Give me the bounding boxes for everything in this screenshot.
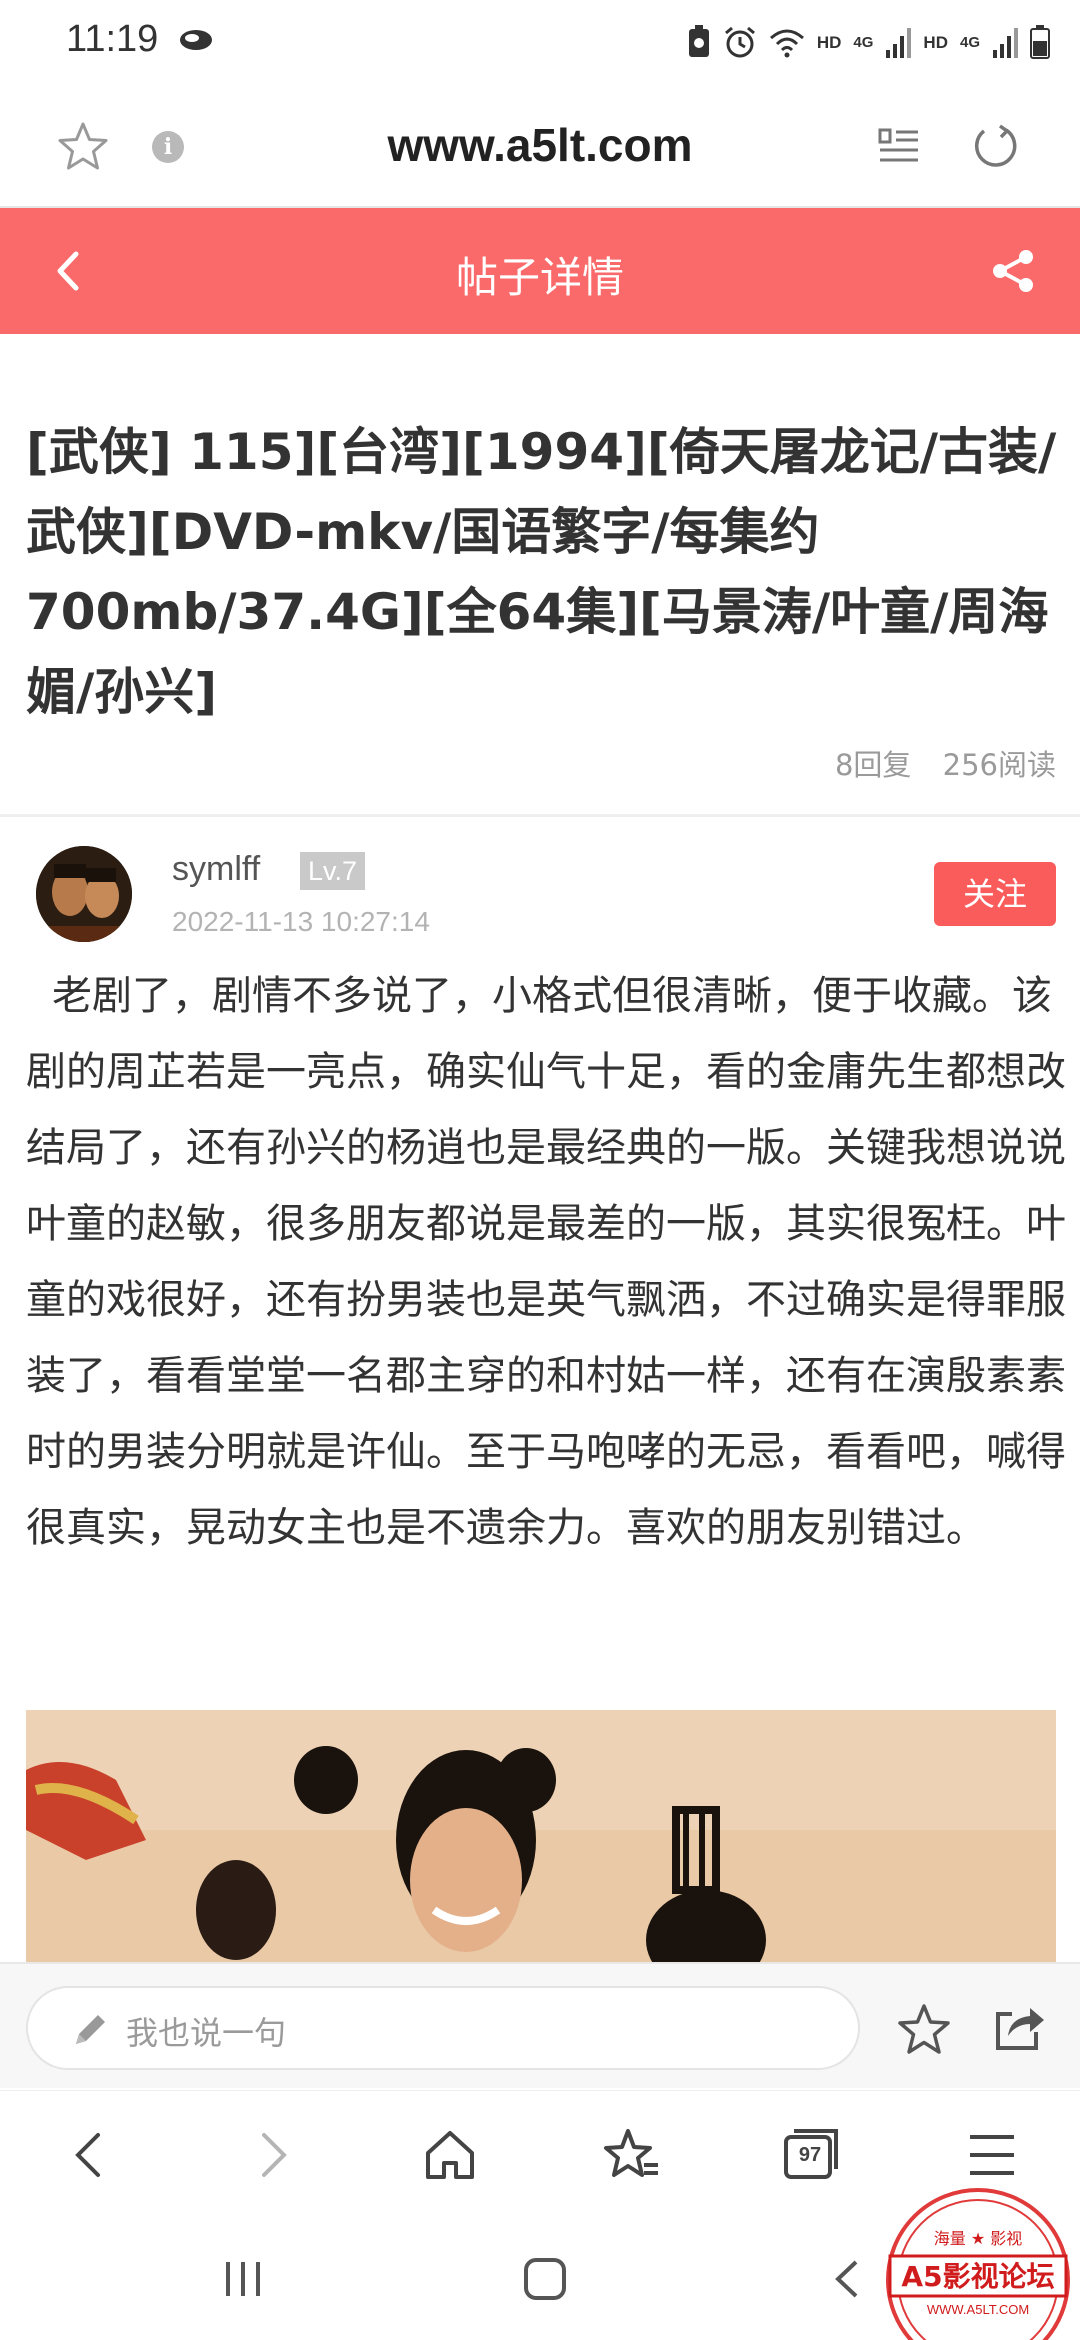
battery-icon [1030, 25, 1050, 59]
watermark-top-text: 海量 ★ 影视 [934, 2229, 1023, 2248]
pencil-icon [76, 2015, 105, 2044]
watermark-brand: A5影视论坛 [901, 2260, 1054, 2293]
wifi-icon [769, 29, 804, 58]
browser-back-icon[interactable] [60, 2125, 120, 2185]
battery-saver-icon [688, 25, 709, 57]
status-time: 11:19 [66, 18, 159, 60]
reply-input[interactable]: 我也说一句 [26, 1986, 860, 2070]
author-name[interactable]: symlff [172, 850, 260, 889]
system-home-icon[interactable] [520, 2254, 570, 2304]
reload-icon[interactable] [970, 122, 1020, 172]
divider [0, 814, 1080, 817]
avatar[interactable] [36, 846, 132, 942]
post-stats: 8回复 256阅读 [813, 742, 1056, 784]
watermark-site: WWW.A5LT.COM [927, 2302, 1029, 2317]
post-title: [武侠] 115][台湾][1994][倚天屠龙记/古装/武侠][DVD-mkv… [26, 423, 1057, 721]
page-title: 帖子详情 [455, 253, 624, 302]
post-image-still [26, 1710, 1056, 1964]
menu-icon[interactable] [962, 2125, 1022, 2185]
recents-icon[interactable] [218, 2254, 268, 2304]
hd-label-2: HD [923, 32, 948, 52]
signal-icon [886, 28, 912, 58]
follow-button[interactable]: 关注 [934, 862, 1056, 926]
post-image[interactable] [26, 1710, 1056, 1964]
network-label: 4G [853, 33, 874, 51]
alarm-icon [724, 26, 755, 58]
reply-placeholder: 我也说一句 [126, 2014, 287, 2052]
home-icon[interactable] [420, 2125, 480, 2185]
watermark-logo: 海量 ★ 影视 A5影视论坛 WWW.A5LT.COM [878, 2180, 1078, 2340]
network-label-2: 4G [959, 33, 980, 51]
reply-count: 8回复 [834, 748, 912, 782]
share-arrow-icon[interactable] [992, 2000, 1048, 2056]
bookmarks-icon[interactable] [602, 2125, 662, 2185]
hd-label: HD [816, 32, 842, 52]
browser-forward-icon[interactable] [242, 2125, 302, 2185]
system-back-icon[interactable] [822, 2254, 872, 2304]
status-icons: HD 4G HD 4G [687, 22, 1050, 62]
app-header: 帖子详情 [0, 208, 1080, 334]
share-icon[interactable] [990, 248, 1036, 294]
cloud-icon [180, 30, 212, 50]
browser-url-bar: i www.a5lt.com [0, 84, 1080, 208]
avatar-image [36, 846, 132, 942]
signal-icon-2 [993, 28, 1018, 58]
tabs-button[interactable]: 97 [780, 2125, 840, 2185]
reply-bar: 我也说一句 [0, 1962, 1080, 2088]
status-bar: 11:19 HD 4G HD 4G [0, 0, 1080, 84]
level-badge: Lv.7 [300, 852, 366, 890]
post-body: 老剧了，剧情不多说了，小格式但很清晰，便于收藏。该剧的周芷若是一亮点，确实仙气十… [26, 973, 1066, 1551]
favorite-star-icon[interactable] [896, 2002, 952, 2058]
reader-mode-icon[interactable] [876, 124, 922, 170]
post-date: 2022-11-13 10:27:14 [172, 906, 430, 937]
tab-count: 97 [798, 2144, 822, 2166]
view-count: 256阅读 [942, 748, 1056, 782]
